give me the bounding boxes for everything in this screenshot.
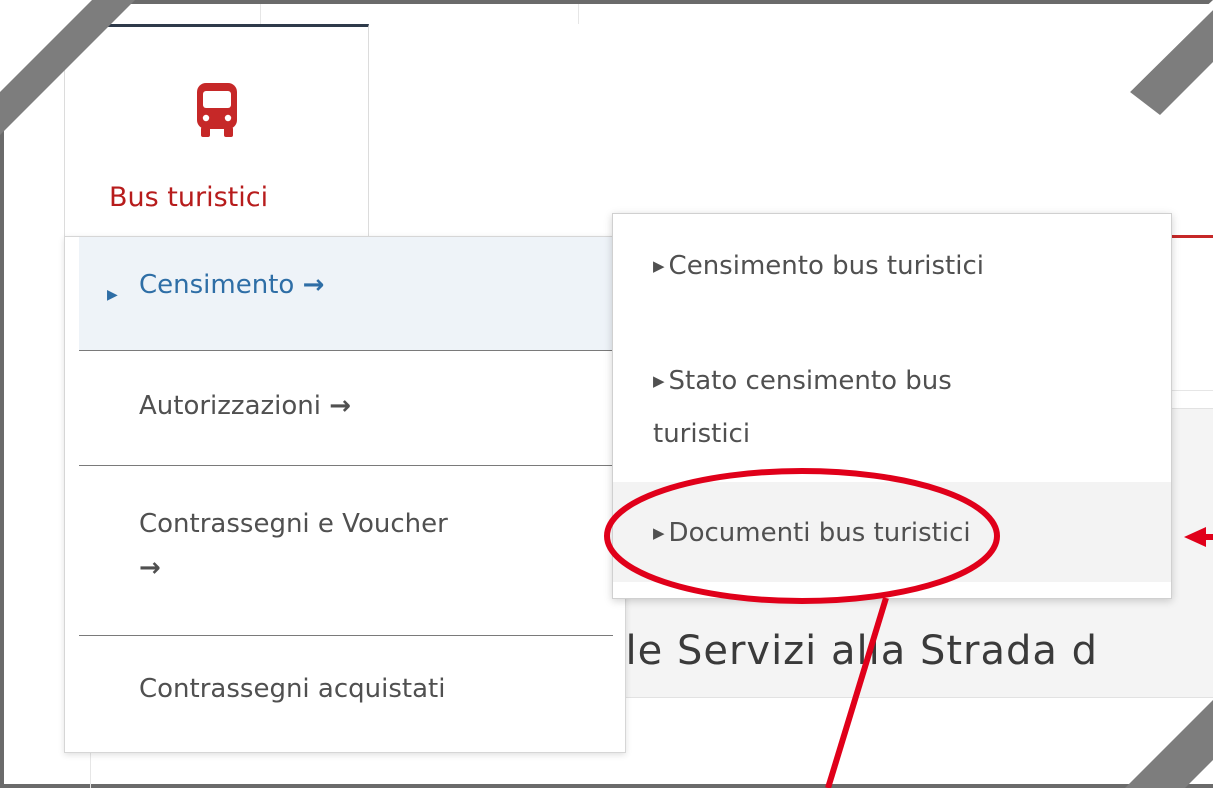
arrow-right-icon: →: [329, 391, 352, 421]
bus-icon: [197, 83, 237, 137]
background-page-heading: ale Servizi alla Strada d: [600, 628, 1099, 674]
active-tab-underline: [1170, 235, 1213, 238]
menu-item-label: Contrassegni acquistati: [139, 674, 446, 704]
menu-item-autorizzazioni[interactable]: Autorizzazioni →: [79, 351, 613, 466]
submenu-item-stato-censimento[interactable]: ▶ Stato censimento bus turistici: [613, 326, 1171, 474]
tab-label: Bus turistici: [109, 182, 269, 213]
background-divider: [578, 4, 579, 24]
menu-item-contrassegni-acquistati[interactable]: Contrassegni acquistati: [79, 636, 613, 752]
submenu-item-label: Documenti bus turistici: [668, 518, 971, 548]
menu-item-label: Censimento: [139, 270, 295, 300]
tab-bus-turistici[interactable]: Bus turistici: [64, 24, 369, 237]
menu-item-label: Contrassegni e Voucher: [139, 509, 448, 539]
submenu-item-label: Censimento bus turistici: [668, 251, 984, 281]
background-divider: [260, 4, 261, 24]
submenu-item-label: Stato censimento bus: [668, 366, 952, 396]
caret-right-icon: ▶: [653, 524, 665, 542]
submenu-item-censimento-bus-turistici[interactable]: ▶ Censimento bus turistici: [613, 214, 1171, 326]
dropdown-menu: ▶ Censimento → Autorizzazioni → Contrass…: [64, 236, 626, 753]
submenu-item-label: turistici: [653, 419, 751, 449]
arrow-right-icon: →: [302, 270, 325, 300]
menu-item-contrassegni-voucher[interactable]: Contrassegni e Voucher →: [79, 466, 613, 636]
menu-item-label: Autorizzazioni: [139, 391, 321, 421]
submenu-censimento: ▶ Censimento bus turistici ▶ Stato censime…: [612, 213, 1172, 599]
caret-right-icon: ▶: [107, 287, 118, 303]
background-divider: [90, 752, 91, 788]
caret-right-icon: ▶: [653, 372, 665, 390]
caret-right-icon: ▶: [653, 257, 665, 275]
background-divider: [1170, 390, 1213, 391]
arrow-right-icon: →: [139, 553, 161, 583]
submenu-item-documenti-bus-turistici[interactable]: ▶ Documenti bus turistici: [613, 482, 1171, 582]
menu-item-censimento[interactable]: ▶ Censimento →: [79, 237, 613, 351]
